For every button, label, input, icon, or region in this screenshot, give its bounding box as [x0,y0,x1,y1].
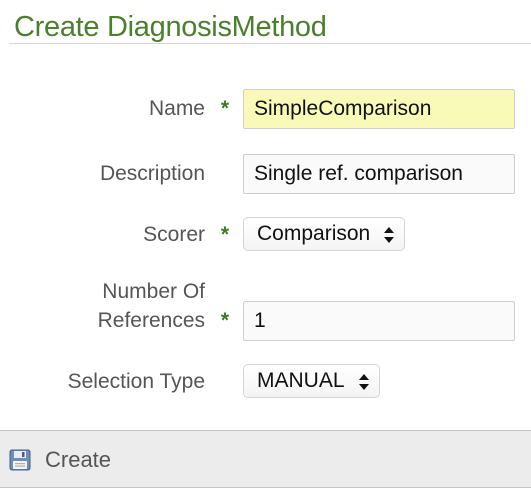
title-divider [9,43,531,44]
select-arrows-icon [384,227,395,243]
page-title: Create DiagnosisMethod [14,11,327,43]
name-input[interactable]: SimpleComparison [243,89,515,129]
scorer-select[interactable]: Comparison [243,217,406,251]
selection-type-label: Selection Type [67,370,205,393]
create-diagnosis-method-page: Create DiagnosisMethod Name * SimpleComp… [0,0,531,489]
description-label: Description [99,162,205,185]
create-button-label: Create [45,447,112,472]
scorer-label: Scorer [143,223,205,246]
number-of-references-label-line1: Number Of [102,280,205,303]
save-icon [9,449,31,471]
scorer-selected-value: Comparison [257,222,371,245]
selection-type-selected-value: MANUAL [257,369,345,392]
description-input[interactable]: Single ref. comparison [243,154,515,194]
name-required-marker: * [220,97,230,120]
scorer-required-marker: * [220,223,230,246]
number-of-references-required-marker: * [220,309,230,332]
number-of-references-input[interactable]: 1 [243,301,515,341]
number-of-references-label-line2: References [97,309,205,332]
name-label: Name [148,97,205,120]
selection-type-select[interactable]: MANUAL [243,364,380,398]
select-arrows-icon [358,374,369,390]
form-footer: Create [0,430,531,488]
